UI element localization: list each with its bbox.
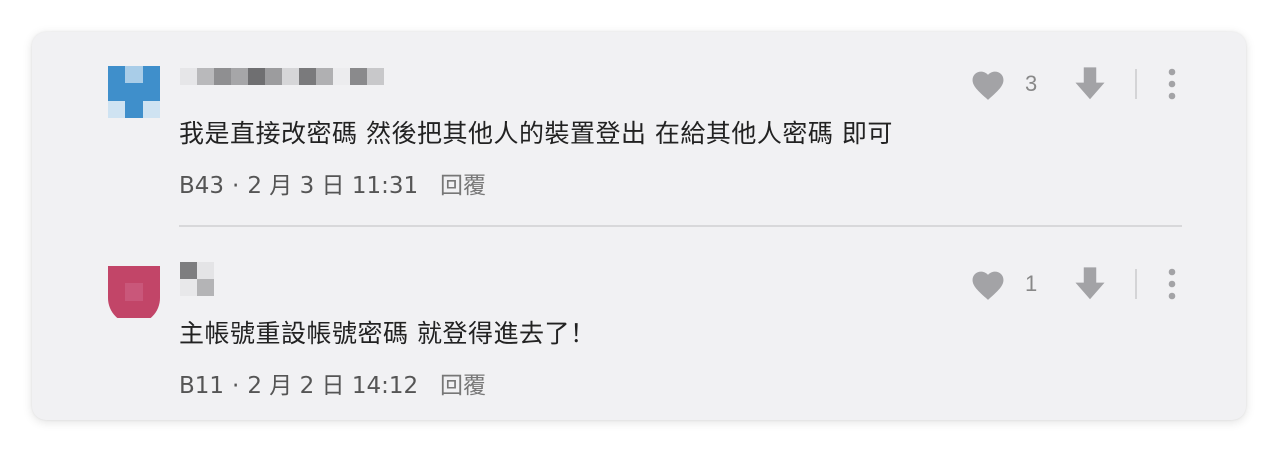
more-vertical-icon[interactable] bbox=[1168, 268, 1176, 300]
actions-divider bbox=[1135, 269, 1137, 299]
comment-text: 主帳號重設帳號密碼 就登得進去了！ bbox=[179, 319, 596, 348]
comment-actions: 3 bbox=[969, 66, 1176, 102]
down-arrow-icon[interactable] bbox=[1073, 66, 1107, 102]
floor-number: B43 bbox=[179, 173, 225, 199]
comment-item: 主帳號重設帳號密碼 就登得進去了！ B11 · 2 月 2 日 14:12 回覆 1 bbox=[32, 232, 1246, 422]
username-blurred[interactable] bbox=[180, 68, 384, 86]
heart-icon[interactable] bbox=[969, 267, 1007, 301]
comments-card: 我是直接改密碼 然後把其他人的裝置登出 在給其他人密碼 即可 B43 · 2 月 3… bbox=[32, 32, 1246, 420]
meta-separator: · bbox=[232, 173, 240, 199]
avatar[interactable] bbox=[108, 66, 160, 118]
meta-separator: · bbox=[232, 373, 240, 399]
comment-item: 我是直接改密碼 然後把其他人的裝置登出 在給其他人密碼 即可 B43 · 2 月 3… bbox=[32, 32, 1246, 227]
username-blurred[interactable] bbox=[180, 262, 214, 280]
username-blurred-row2 bbox=[180, 279, 214, 297]
comment-text: 我是直接改密碼 然後把其他人的裝置登出 在給其他人密碼 即可 bbox=[179, 119, 893, 148]
comment-actions: 1 bbox=[969, 266, 1176, 302]
comment-datetime: 2 月 3 日 11:31 bbox=[247, 173, 419, 199]
comment-datetime: 2 月 2 日 14:12 bbox=[247, 373, 419, 399]
like-count: 1 bbox=[1025, 271, 1038, 296]
comment-divider bbox=[179, 225, 1182, 227]
floor-number: B11 bbox=[179, 373, 225, 399]
comment-meta: B11 · 2 月 2 日 14:12 bbox=[179, 366, 418, 400]
like-count: 3 bbox=[1025, 71, 1038, 96]
comment-meta: B43 · 2 月 3 日 11:31 bbox=[179, 166, 418, 200]
reply-button[interactable]: 回覆 bbox=[440, 366, 486, 400]
more-vertical-icon[interactable] bbox=[1168, 68, 1176, 100]
down-arrow-icon[interactable] bbox=[1073, 266, 1107, 302]
heart-icon[interactable] bbox=[969, 67, 1007, 101]
avatar[interactable] bbox=[108, 266, 160, 318]
actions-divider bbox=[1135, 69, 1137, 99]
reply-button[interactable]: 回覆 bbox=[440, 166, 486, 200]
